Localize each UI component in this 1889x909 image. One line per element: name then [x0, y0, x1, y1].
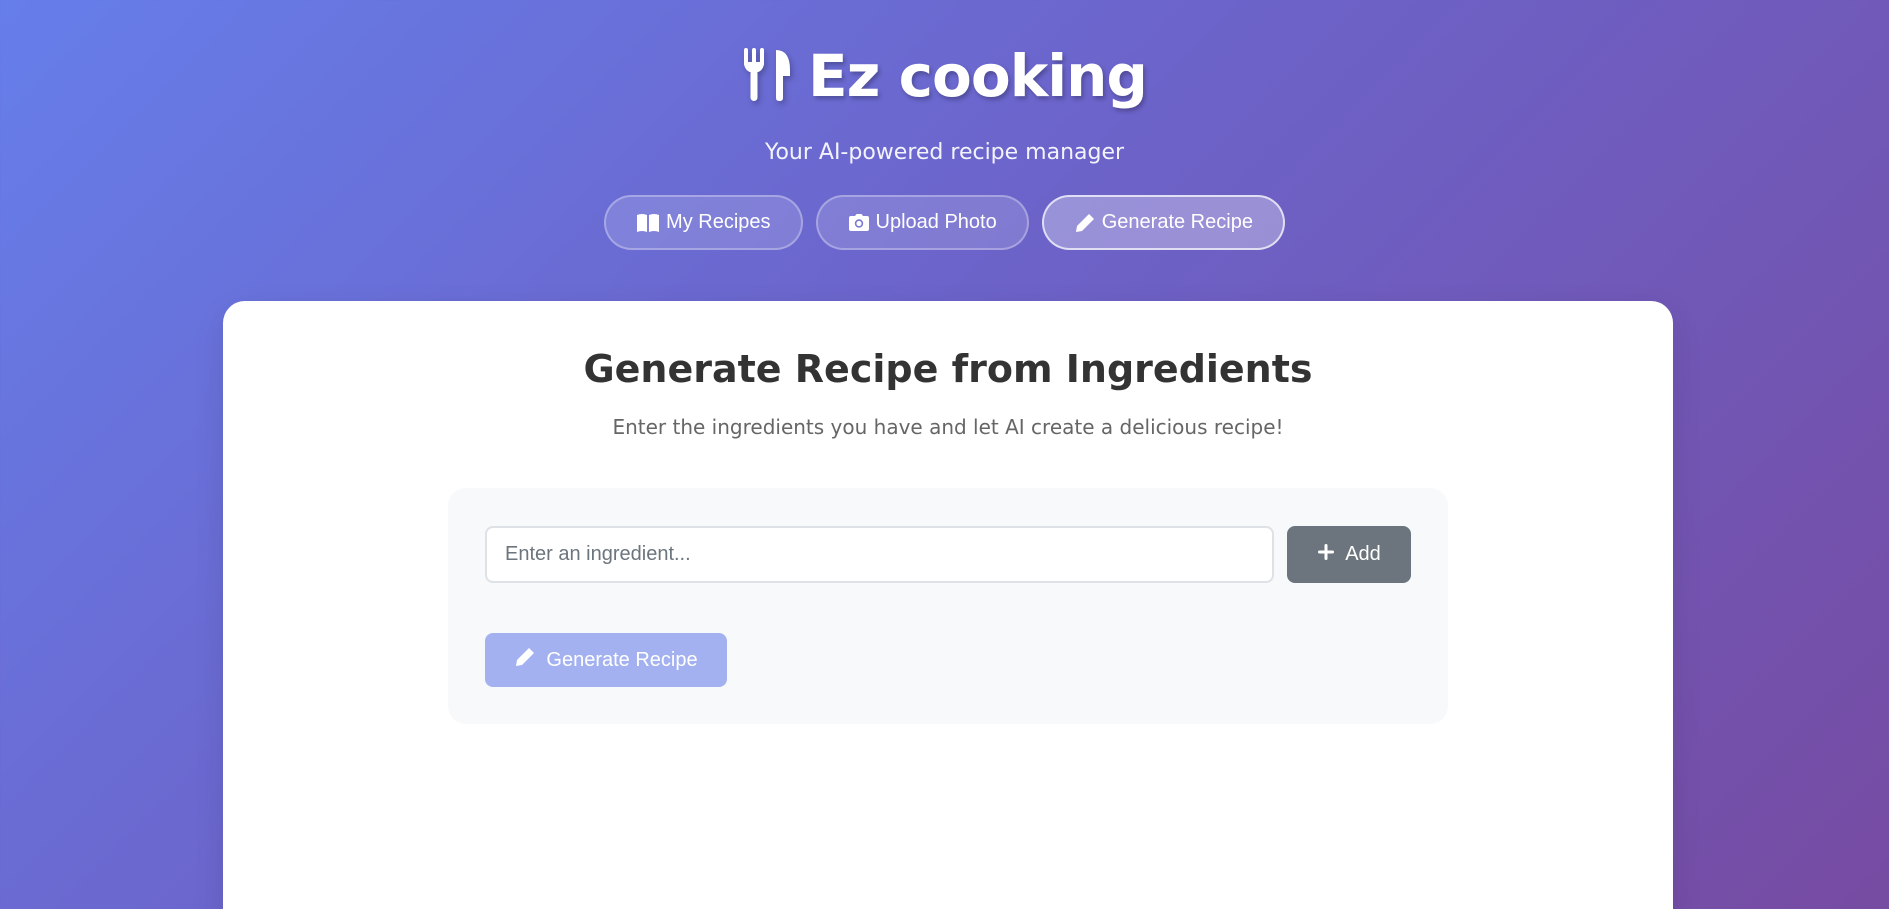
- generator-title: Generate Recipe from Ingredients: [583, 347, 1313, 391]
- nav-generate-recipe-label: Generate Recipe: [1101, 211, 1253, 233]
- add-ingredient-button[interactable]: Add: [1287, 526, 1411, 583]
- brand: Ez cooking: [742, 38, 1148, 114]
- add-ingredient-label: Add: [1345, 543, 1381, 565]
- nav-my-recipes-button[interactable]: My Recipes: [604, 195, 803, 250]
- pencil-icon: [1074, 212, 1096, 234]
- nav-generate-recipe-button[interactable]: Generate Recipe: [1041, 195, 1285, 250]
- book-open-icon: [636, 213, 660, 233]
- ingredient-input[interactable]: [485, 526, 1274, 583]
- generate-recipe-button[interactable]: Generate Recipe: [485, 633, 727, 687]
- main-nav: My Recipes Upload Photo Generate Recipe: [0, 195, 1889, 250]
- app-header: Ez cooking Your AI-powered recipe manage…: [0, 0, 1889, 165]
- app-subtitle: Your AI-powered recipe manager: [764, 140, 1125, 165]
- generate-recipe-label: Generate Recipe: [546, 648, 698, 671]
- app-title: Ez cooking: [808, 42, 1148, 110]
- nav-upload-photo-button[interactable]: Upload Photo: [815, 195, 1029, 250]
- utensils-icon: [742, 46, 794, 106]
- ingredient-panel: Add Generate Recipe: [448, 488, 1448, 724]
- pencil-icon: [514, 646, 536, 674]
- camera-icon: [848, 213, 870, 233]
- generator-card: Generate Recipe from Ingredients Enter t…: [223, 301, 1673, 909]
- generator-description: Enter the ingredients you have and let A…: [612, 415, 1284, 439]
- nav-upload-photo-label: Upload Photo: [875, 211, 997, 233]
- nav-my-recipes-label: My Recipes: [666, 211, 771, 233]
- plus-icon: [1317, 543, 1335, 567]
